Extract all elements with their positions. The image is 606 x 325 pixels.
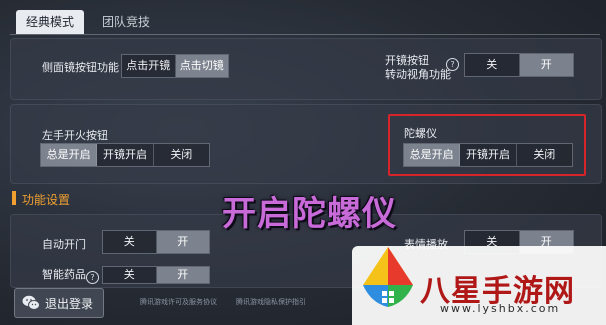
side-scope-label: 侧面镜按钮功能: [42, 61, 119, 74]
left-fire-selector[interactable]: 总是开启 开镜开启 关闭: [40, 143, 210, 167]
option-on[interactable]: 开: [156, 267, 209, 283]
watermark-url: www.lyshbx.com: [440, 302, 561, 315]
option-off[interactable]: 关闭: [517, 144, 572, 166]
footer-link-license[interactable]: 腾讯游戏许可及服务协议: [140, 297, 217, 307]
scope-rotate-toggle[interactable]: 关 开: [464, 53, 574, 77]
option-off[interactable]: 关: [465, 54, 520, 76]
smart-med-label: 智能药品: [42, 268, 86, 281]
logout-button[interactable]: 退出登录: [14, 288, 104, 318]
option-scope-on[interactable]: 开镜开启: [97, 144, 154, 166]
gyroscope-label: 陀螺仪: [404, 127, 437, 140]
scope-rotate-help-icon[interactable]: ?: [446, 58, 459, 71]
scope-rotate-label-line2: 转动视角功能: [385, 68, 451, 81]
footer-link-privacy[interactable]: 腾讯游戏隐私保护指引: [236, 297, 306, 307]
option-click-switch-scope[interactable]: 点击切镜: [175, 55, 228, 77]
tab-underline: [10, 34, 600, 35]
smart-med-toggle[interactable]: 关 开: [102, 266, 210, 284]
logout-label: 退出登录: [45, 297, 94, 311]
side-scope-selector[interactable]: 点击开镜 点击切镜: [121, 54, 229, 78]
section-title: 功能设置: [22, 193, 71, 207]
option-click-open-scope[interactable]: 点击开镜: [122, 55, 176, 77]
option-always-on[interactable]: 总是开启: [404, 144, 461, 166]
tab-classic-mode[interactable]: 经典模式: [16, 10, 84, 34]
option-off[interactable]: 关闭: [154, 144, 209, 166]
section-accent-bar: [12, 191, 16, 205]
smart-med-help-icon[interactable]: ?: [86, 271, 99, 284]
overlay-title: 开启陀螺仪: [222, 194, 397, 234]
option-off[interactable]: 关: [103, 231, 157, 253]
watermark-logo-icon: [363, 247, 413, 307]
option-off[interactable]: 关: [103, 267, 157, 283]
option-scope-on[interactable]: 开镜开启: [460, 144, 517, 166]
tab-team-deathmatch[interactable]: 团队竞技: [92, 10, 160, 34]
option-on[interactable]: 开: [156, 231, 209, 253]
wechat-icon: [22, 295, 40, 310]
gyroscope-selector[interactable]: 总是开启 开镜开启 关闭: [403, 143, 573, 167]
auto-door-toggle[interactable]: 关 开: [102, 230, 210, 254]
left-fire-label: 左手开火按钮: [42, 129, 108, 142]
option-always-on[interactable]: 总是开启: [41, 144, 98, 166]
auto-door-label: 自动开门: [42, 238, 86, 251]
option-on[interactable]: 开: [519, 54, 573, 76]
